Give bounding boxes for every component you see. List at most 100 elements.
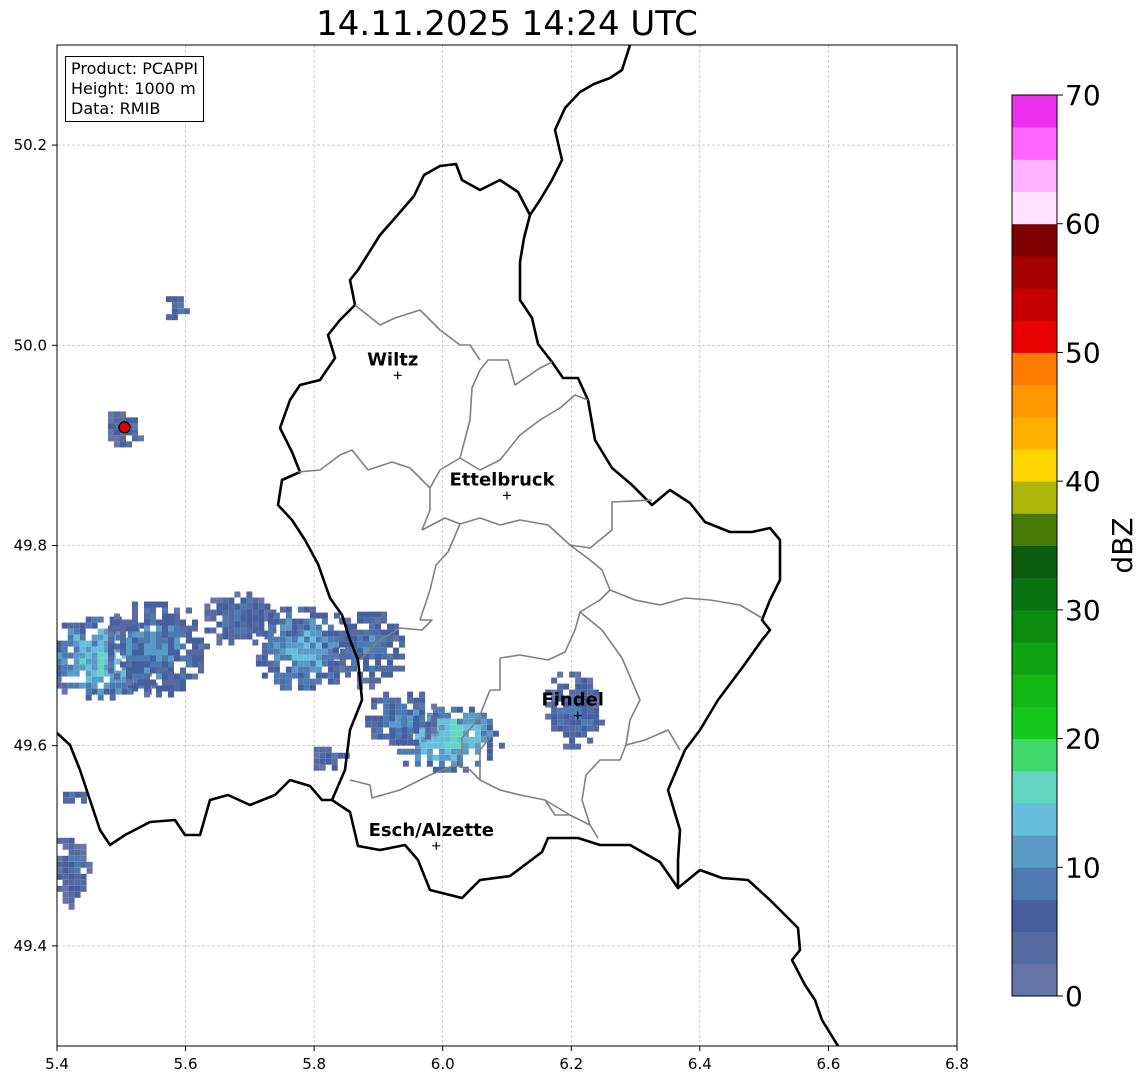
echo-pixel (291, 630, 298, 637)
echo-pixel (85, 682, 92, 689)
echo-pixel (69, 797, 75, 804)
colorbar-segment (1012, 609, 1057, 643)
echo-pixel (315, 642, 322, 649)
echo-pixel (575, 719, 582, 726)
echo-pixel (587, 725, 594, 732)
echo-pixel (174, 655, 180, 662)
echo-pixel (333, 672, 340, 679)
colorbar-segment (1012, 191, 1057, 225)
echo-pixel (413, 727, 420, 734)
echo-pixel (273, 642, 280, 649)
echo-pixel (132, 673, 138, 680)
echo-pixel (156, 619, 162, 626)
echo-pixel (132, 631, 138, 638)
echo-pixel (309, 618, 316, 625)
echo-pixel (126, 643, 132, 650)
echo-pixel (108, 423, 114, 430)
echo-pixel (228, 621, 235, 628)
echo-pixel (186, 637, 192, 644)
echo-pixel (285, 618, 292, 625)
echo-pixel (303, 654, 310, 661)
echo-pixel (180, 625, 186, 632)
echo-pixel (325, 752, 332, 759)
echo-pixel (85, 646, 92, 653)
echo-pixel (315, 630, 322, 637)
echo-pixel (321, 630, 328, 637)
echo-pixel (426, 760, 433, 767)
echo-pixel (132, 423, 138, 430)
echo-pixel (291, 642, 298, 649)
echo-pixel (114, 441, 120, 448)
echo-pixel (85, 670, 92, 677)
echo-pixel (258, 609, 265, 616)
echo-pixel (327, 678, 334, 685)
echo-pixel (162, 625, 168, 632)
echo-pixel (297, 636, 304, 643)
echo-pixel (363, 611, 369, 618)
echo-pixel (186, 607, 192, 614)
echo-pixel (252, 615, 259, 622)
echo-pixel (198, 637, 204, 644)
echo-pixel (267, 660, 274, 667)
echo-pixel (389, 727, 396, 734)
echo-pixel (381, 665, 387, 672)
echo-pixel (425, 721, 432, 728)
echo-pixel (575, 671, 582, 678)
echo-pixel (144, 691, 150, 698)
echo-pixel (267, 648, 274, 655)
echo-pixel (144, 649, 150, 656)
echo-pixel (291, 666, 298, 673)
echo-pixel (413, 697, 420, 704)
echo-pixel (395, 721, 402, 728)
echo-pixel (68, 903, 75, 910)
echo-pixel (222, 597, 229, 604)
echo-pixel (462, 748, 469, 755)
echo-pixel (240, 633, 247, 640)
echo-pixel (97, 664, 104, 671)
colorbar-segment (1012, 674, 1057, 707)
echo-pixel (68, 837, 75, 844)
echo-pixel (291, 648, 298, 655)
echo-pixel (258, 621, 265, 628)
echo-pixel (285, 678, 292, 685)
echo-pixel (369, 611, 375, 618)
echo-pixel (569, 725, 576, 732)
echo-pixel (563, 743, 570, 750)
echo-pixel (180, 631, 186, 638)
echo-pixel (258, 597, 265, 604)
echo-pixel (279, 648, 286, 655)
colorbar-tick-label: 10 (1065, 851, 1101, 884)
echo-pixel (150, 649, 156, 656)
echo-pixel (593, 725, 600, 732)
echo-pixel (462, 736, 469, 743)
echo-pixel (444, 742, 451, 749)
echo-pixel (240, 627, 247, 634)
echo-pixel (180, 619, 186, 626)
echo-pixel (192, 655, 198, 662)
echo-pixel (177, 296, 184, 303)
echo-pixel (407, 739, 414, 746)
echo-pixel (285, 684, 292, 691)
echo-pixel (174, 649, 180, 656)
echo-pixel (297, 642, 304, 649)
echo-pixel (474, 724, 481, 731)
echo-pixel (162, 619, 168, 626)
echo-pixel (267, 612, 274, 619)
echo-pixel (165, 296, 172, 303)
colorbar-segment (1012, 320, 1057, 353)
echo-pixel (291, 636, 298, 643)
echo-pixel (387, 635, 393, 642)
echo-pixel (486, 748, 493, 755)
x-tick-label: 6.2 (559, 1055, 583, 1073)
echo-pixel (425, 727, 432, 734)
echo-pixel (303, 660, 310, 667)
echo-pixel (97, 676, 104, 683)
echo-pixel (587, 737, 594, 744)
echo-pixel (569, 731, 576, 738)
echo-pixel (587, 713, 594, 720)
echo-pixel (79, 682, 86, 689)
echo-pixel (132, 417, 138, 424)
echo-pixel (357, 617, 363, 624)
echo-pixel (261, 672, 268, 679)
echo-pixel (74, 861, 81, 868)
